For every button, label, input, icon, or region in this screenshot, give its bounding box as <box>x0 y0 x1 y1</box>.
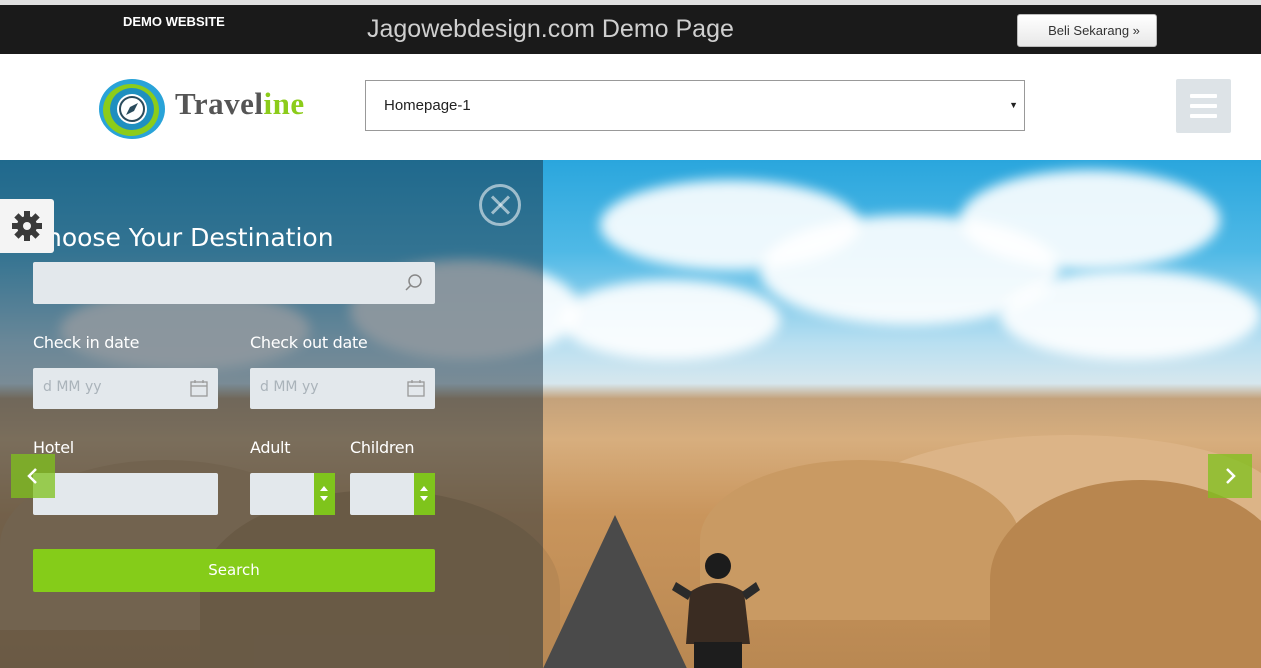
site-header: Traveline Homepage-1 ▼ <box>0 54 1261 160</box>
calendar-icon[interactable] <box>407 379 425 397</box>
brand-name-dark: Travel <box>175 86 264 121</box>
slider-prev-button[interactable] <box>11 454 55 498</box>
settings-tab[interactable] <box>0 199 54 253</box>
gear-icon <box>12 211 42 241</box>
stepper-up-icon[interactable] <box>420 486 428 491</box>
destination-search-input[interactable] <box>33 262 435 304</box>
stepper-down-icon[interactable] <box>320 496 328 501</box>
hotel-input[interactable] <box>33 473 218 515</box>
check-in-date-field[interactable]: d MM yy <box>33 368 218 409</box>
page-select-value: Homepage-1 <box>384 97 471 114</box>
compass-logo-icon[interactable] <box>98 78 168 140</box>
search-button[interactable]: Search <box>33 549 435 592</box>
slider-next-button[interactable] <box>1208 454 1252 498</box>
page-select-dropdown[interactable]: Homepage-1 ▼ <box>365 80 1025 131</box>
hamburger-menu-button[interactable] <box>1176 79 1231 133</box>
children-stepper[interactable] <box>414 473 435 515</box>
buy-now-button[interactable]: Beli Sekarang » <box>1017 14 1157 47</box>
chevron-left-icon <box>27 468 37 484</box>
stepper-down-icon[interactable] <box>420 496 428 501</box>
hamburger-icon <box>1190 94 1217 98</box>
cloud <box>560 280 780 360</box>
check-in-label: Check in date <box>33 333 140 352</box>
cloud <box>960 170 1220 270</box>
check-out-date-field[interactable]: d MM yy <box>250 368 435 409</box>
demo-page-title: Jagowebdesign.com Demo Page <box>367 15 734 43</box>
adult-label: Adult <box>250 438 291 457</box>
check-in-placeholder: d MM yy <box>43 379 102 395</box>
cloud <box>1000 270 1260 360</box>
check-out-label: Check out date <box>250 333 368 352</box>
dropdown-caret-icon: ▼ <box>1009 100 1018 110</box>
brand-name-accent: ine <box>263 86 305 121</box>
chevron-right-icon <box>1226 468 1236 484</box>
children-label: Children <box>350 438 415 457</box>
hero-slider: hoose Your Destination Check in date Che… <box>0 160 1261 668</box>
calendar-icon[interactable] <box>190 379 208 397</box>
adult-number-input[interactable] <box>250 473 335 515</box>
demo-website-label: DEMO WEBSITE <box>123 14 225 29</box>
motorcycle-rider-image <box>672 553 760 668</box>
children-number-input[interactable] <box>350 473 435 515</box>
search-icon[interactable] <box>404 273 424 293</box>
desert-road <box>540 515 690 668</box>
close-icon[interactable] <box>479 184 521 226</box>
stepper-up-icon[interactable] <box>320 486 328 491</box>
adult-stepper[interactable] <box>314 473 335 515</box>
booking-form-title: hoose Your Destination <box>46 223 334 252</box>
demo-top-bar: DEMO WEBSITE Jagowebdesign.com Demo Page… <box>0 0 1261 54</box>
brand-name[interactable]: Traveline <box>175 86 305 122</box>
check-out-placeholder: d MM yy <box>260 379 319 395</box>
booking-form-panel: hoose Your Destination Check in date Che… <box>0 160 543 668</box>
